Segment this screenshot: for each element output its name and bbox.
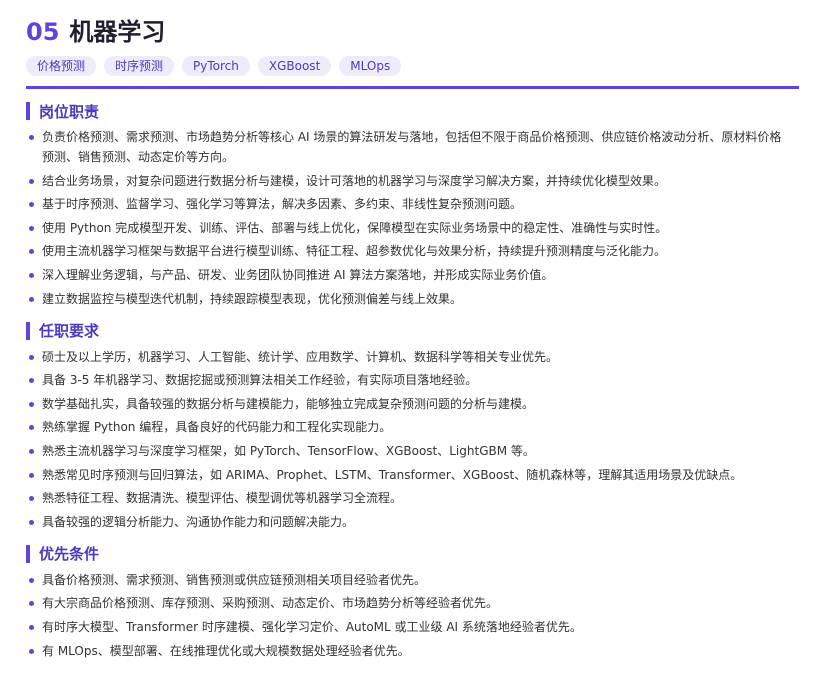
list-item: 负责价格预测、需求预测、市场趋势分析等核心 AI 场景的算法研发与落地，包括但不… bbox=[26, 127, 782, 167]
list-item: 数学基础扎实，具备较强的数据分析与建模能力，能够独立完成复杂预测问题的分析与建模… bbox=[26, 394, 782, 414]
job-posting: 05 机器学习 价格预测 时序预测 PyTorch XGBoost MLOps … bbox=[0, 0, 813, 675]
section-bar bbox=[26, 544, 30, 563]
list-item: 建立数据监控与模型迭代机制，持续跟踪模型表现，优化预测偏差与线上效果。 bbox=[26, 289, 782, 309]
list-item: 使用 Python 完成模型开发、训练、评估、部署与线上优化，保障模型在实际业务… bbox=[26, 218, 782, 238]
tag-list: 价格预测 时序预测 PyTorch XGBoost MLOps bbox=[26, 56, 799, 76]
list-item: 具备 3-5 年机器学习、数据挖掘或预测算法相关工作经验，有实际项目落地经验。 bbox=[26, 370, 782, 390]
list-item: 熟悉特征工程、数据清洗、模型评估、模型调优等机器学习全流程。 bbox=[26, 488, 782, 508]
list-item: 硕士及以上学历，机器学习、人工智能、统计学、应用数学、计算机、数据科学等相关专业… bbox=[26, 347, 782, 367]
responsibilities-list: 负责价格预测、需求预测、市场趋势分析等核心 AI 场景的算法研发与落地，包括但不… bbox=[26, 127, 799, 309]
tag-pytorch: PyTorch bbox=[182, 56, 250, 76]
section-heading: 岗位职责 bbox=[26, 101, 799, 121]
list-item: 熟练掌握 Python 编程，具备良好的代码能力和工程化实现能力。 bbox=[26, 417, 782, 437]
list-item: 使用主流机器学习框架与数据平台进行模型训练、特征工程、超参数优化与效果分析，持续… bbox=[26, 241, 782, 261]
list-item: 具备价格预测、需求预测、销售预测或供应链预测相关项目经验者优先。 bbox=[26, 570, 782, 590]
section-requirements: 任职要求 硕士及以上学历，机器学习、人工智能、统计学、应用数学、计算机、数据科学… bbox=[26, 321, 799, 532]
title-text: 机器学习 bbox=[69, 18, 166, 46]
preferred-list: 具备价格预测、需求预测、销售预测或供应链预测相关项目经验者优先。 有大宗商品价格… bbox=[26, 570, 799, 661]
section-responsibilities: 岗位职责 负责价格预测、需求预测、市场趋势分析等核心 AI 场景的算法研发与落地… bbox=[26, 101, 799, 309]
section-title: 岗位职责 bbox=[39, 102, 100, 121]
list-item: 有大宗商品价格预测、库存预测、采购预测、动态定价、市场趋势分析等经验者优先。 bbox=[26, 593, 782, 613]
list-item: 有 MLOps、模型部署、在线推理优化或大规模数据处理经验者优先。 bbox=[26, 641, 782, 661]
list-item: 熟悉常见时序预测与回归算法，如 ARIMA、Prophet、LSTM、Trans… bbox=[26, 465, 782, 485]
list-item: 具备较强的逻辑分析能力、沟通协作能力和问题解决能力。 bbox=[26, 512, 782, 532]
list-item: 有时序大模型、Transformer 时序建模、强化学习定价、AutoML 或工… bbox=[26, 617, 782, 637]
section-title: 优先条件 bbox=[39, 545, 100, 564]
list-item: 熟悉主流机器学习与深度学习框架，如 PyTorch、TensorFlow、XGB… bbox=[26, 441, 782, 461]
section-bar bbox=[26, 321, 30, 340]
section-heading: 优先条件 bbox=[26, 544, 799, 564]
requirements-list: 硕士及以上学历，机器学习、人工智能、统计学、应用数学、计算机、数据科学等相关专业… bbox=[26, 347, 799, 532]
tag-price-forecast: 价格预测 bbox=[26, 56, 97, 76]
tag-xgboost: XGBoost bbox=[257, 56, 332, 76]
list-item: 结合业务场景，对复杂问题进行数据分析与建模，设计可落地的机器学习与深度学习解决方… bbox=[26, 171, 782, 191]
section-bar bbox=[26, 102, 30, 120]
tag-mlops: MLOps bbox=[339, 56, 402, 76]
section-number: 05 bbox=[26, 18, 60, 46]
list-item: 深入理解业务逻辑，与产品、研发、业务团队协同推进 AI 算法方案落地，并形成实际… bbox=[26, 265, 782, 285]
tag-time-series: 时序预测 bbox=[104, 56, 175, 76]
section-preferred: 优先条件 具备价格预测、需求预测、销售预测或供应链预测相关项目经验者优先。 有大… bbox=[26, 544, 799, 661]
header-divider bbox=[26, 86, 799, 89]
section-title: 任职要求 bbox=[39, 322, 100, 341]
section-heading: 任职要求 bbox=[26, 321, 799, 341]
page-title: 05 机器学习 bbox=[26, 12, 799, 52]
list-item: 基于时序预测、监督学习、强化学习等算法，解决多因素、多约束、非线性复杂预测问题。 bbox=[26, 194, 782, 214]
